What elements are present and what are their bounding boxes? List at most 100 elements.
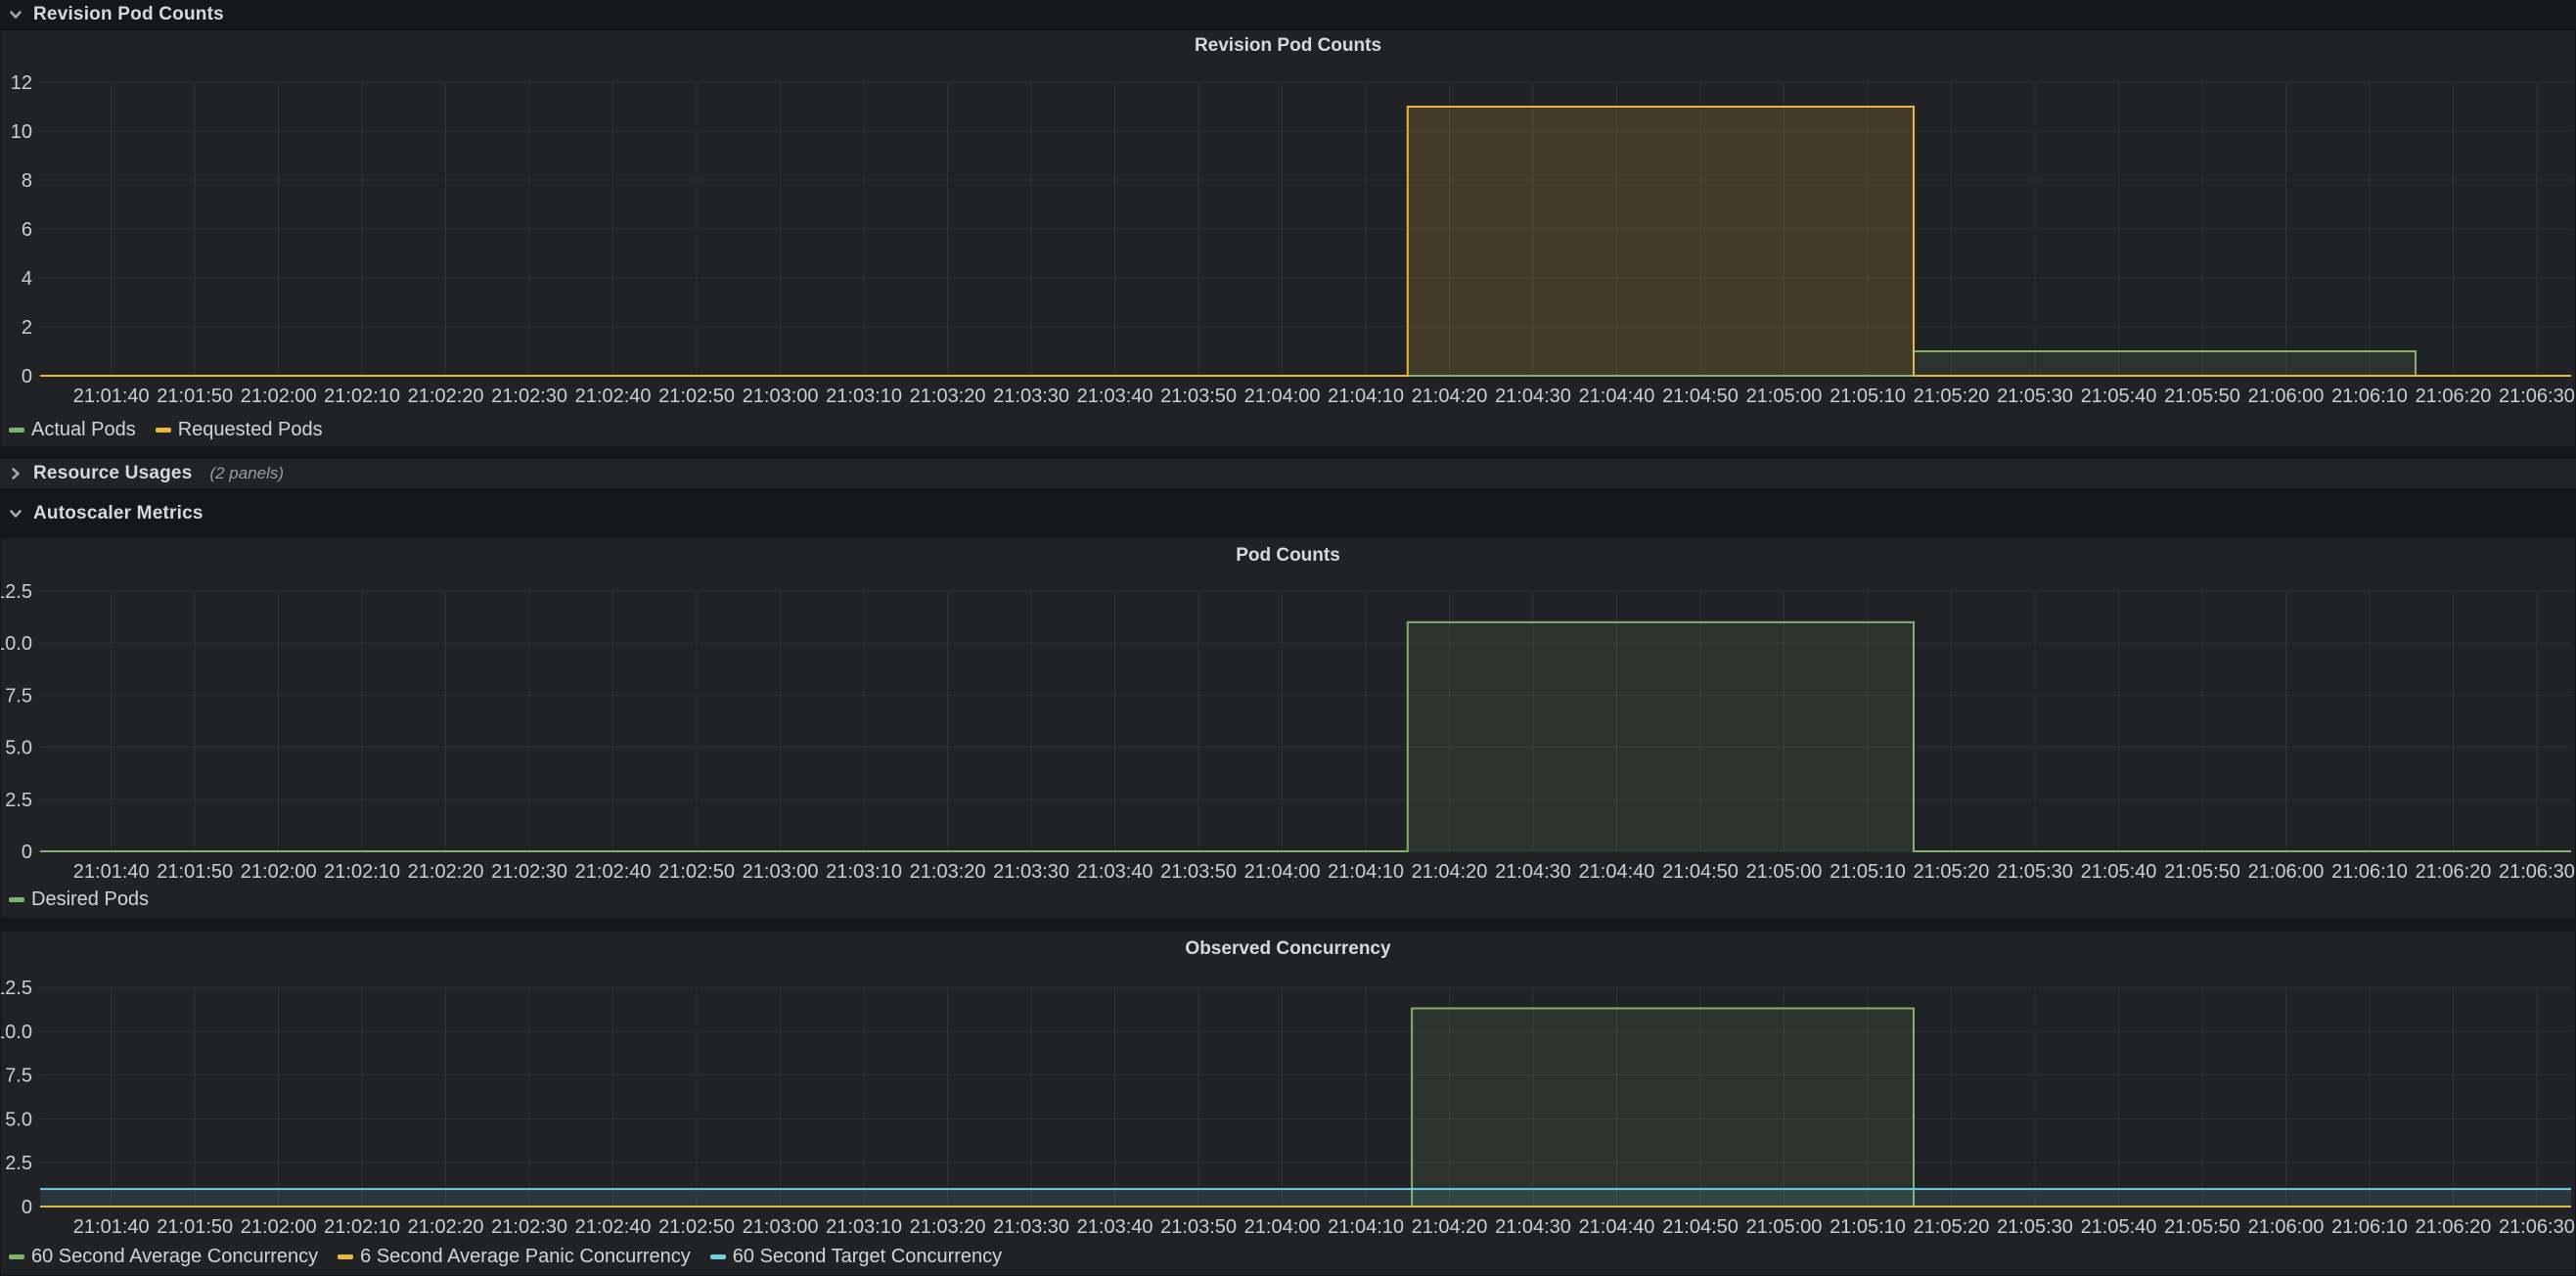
x-tick-label: 21:06:10	[2331, 386, 2408, 407]
legend-item-6-second-average-panic-concurrency[interactable]: 6 Second Average Panic Concurrency	[338, 1246, 691, 1268]
legend-swatch-icon	[156, 428, 171, 433]
panel-title[interactable]: Pod Counts	[1, 538, 2575, 573]
x-tick-label: 21:05:40	[2081, 386, 2157, 407]
x-tick-label: 21:04:00	[1244, 861, 1321, 883]
legend-item-desired-pods[interactable]: Desired Pods	[9, 889, 149, 911]
x-tick-label: 21:05:20	[1914, 386, 1990, 407]
x-tick-label: 21:04:40	[1579, 861, 1655, 883]
x-tick-label: 21:02:00	[241, 861, 317, 883]
legend-label: Desired Pods	[31, 889, 149, 911]
time-series-chart-revision-pod-counts[interactable]: 02468101221:01:4021:01:5021:02:0021:02:1…	[1, 62, 2576, 407]
x-tick-label: 21:04:50	[1662, 861, 1739, 883]
row-header-resource-usages[interactable]: Resource Usages (2 panels)	[0, 459, 2576, 488]
time-series-chart-observed-concurrency[interactable]: 02.55.07.510.012.521:01:4021:01:5021:02:…	[1, 967, 2576, 1238]
x-tick-label: 21:02:20	[408, 861, 484, 883]
legend-label: 60 Second Average Concurrency	[31, 1246, 318, 1268]
x-tick-label: 21:04:10	[1328, 1216, 1404, 1238]
x-tick-label: 21:02:30	[491, 861, 567, 883]
x-tick-label: 21:03:10	[826, 386, 902, 407]
chevron-right-icon	[8, 466, 23, 481]
y-tick-label: 10.0	[1, 1022, 32, 1043]
legend-swatch-icon	[9, 1254, 24, 1259]
row-title: Autoscaler Metrics	[33, 503, 203, 524]
panel-pod-counts: Pod Counts 02.55.07.510.012.521:01:4021:…	[0, 537, 2576, 919]
x-tick-label: 21:02:50	[658, 386, 735, 407]
x-tick-label: 21:03:20	[910, 1216, 986, 1238]
y-tick-label: 12.5	[1, 978, 32, 999]
chevron-down-icon	[8, 506, 23, 522]
series-actual-pods	[40, 351, 2571, 376]
x-tick-label: 21:04:40	[1579, 1216, 1655, 1238]
x-tick-label: 21:01:50	[157, 861, 233, 883]
row-title: Resource Usages	[33, 463, 192, 484]
panel-title[interactable]: Revision Pod Counts	[1, 30, 2575, 62]
x-tick-label: 21:06:20	[2416, 1216, 2492, 1238]
x-tick-label: 21:03:50	[1160, 861, 1237, 883]
x-tick-label: 21:01:50	[157, 386, 233, 407]
y-tick-label: 8	[22, 170, 32, 192]
row-header-autoscaler-metrics[interactable]: Autoscaler Metrics	[0, 498, 2576, 529]
grid-lines	[40, 591, 2571, 851]
x-tick-label: 21:02:00	[241, 1216, 317, 1238]
dashboard: Revision Pod Counts Revision Pod Counts …	[0, 0, 2576, 1265]
x-tick-label: 21:06:10	[2331, 861, 2408, 883]
panel-title[interactable]: Observed Concurrency	[1, 932, 2575, 967]
y-tick-label: 10.0	[1, 633, 32, 655]
x-tick-label: 21:03:40	[1077, 1216, 1153, 1238]
x-tick-label: 21:02:20	[408, 386, 484, 407]
x-tick-label: 21:06:00	[2248, 861, 2325, 883]
x-tick-label: 21:06:30	[2499, 1216, 2575, 1238]
legend-swatch-icon	[710, 1254, 726, 1259]
y-tick-label: 7.5	[5, 1066, 32, 1087]
grid-lines	[40, 987, 2571, 1207]
time-series-chart-pod-counts[interactable]: 02.55.07.510.012.521:01:4021:01:5021:02:…	[1, 573, 2576, 883]
legend-item-60-second-average-concurrency[interactable]: 60 Second Average Concurrency	[9, 1246, 318, 1268]
x-tick-label: 21:03:50	[1160, 386, 1237, 407]
x-tick-label: 21:05:50	[2164, 861, 2240, 883]
legend-swatch-icon	[9, 897, 24, 902]
x-tick-label: 21:05:40	[2081, 861, 2157, 883]
x-axis-labels: 21:01:4021:01:5021:02:0021:02:1021:02:20…	[73, 1216, 2575, 1238]
y-tick-label: 10	[11, 121, 32, 143]
y-tick-label: 4	[22, 268, 32, 290]
x-tick-label: 21:04:50	[1662, 1216, 1739, 1238]
legend-label: Actual Pods	[31, 419, 136, 441]
grid-lines	[40, 82, 2571, 376]
y-axis-labels: 024681012	[11, 72, 32, 387]
x-tick-label: 21:01:40	[73, 1216, 150, 1238]
x-tick-label: 21:03:30	[993, 386, 1069, 407]
y-tick-label: 6	[22, 219, 32, 241]
x-tick-label: 21:04:20	[1412, 861, 1488, 883]
series-requested-pods	[40, 107, 2571, 376]
x-tick-label: 21:05:40	[2081, 1216, 2157, 1238]
series-60-second-target-concurrency	[40, 1189, 2571, 1207]
x-tick-label: 21:02:00	[241, 386, 317, 407]
series-60-second-average-concurrency	[40, 1009, 2571, 1208]
legend-item-requested-pods[interactable]: Requested Pods	[156, 419, 323, 441]
row-panel-count: (2 panels)	[209, 464, 284, 483]
x-tick-label: 21:06:00	[2248, 386, 2325, 407]
x-tick-label: 21:06:20	[2416, 861, 2492, 883]
y-tick-label: 2	[22, 317, 32, 339]
legend-item-actual-pods[interactable]: Actual Pods	[9, 419, 136, 441]
x-tick-label: 21:01:50	[157, 1216, 233, 1238]
x-tick-label: 21:02:10	[324, 1216, 400, 1238]
x-tick-label: 21:05:10	[1830, 1216, 1906, 1238]
x-tick-label: 21:05:30	[1997, 1216, 2073, 1238]
row-title: Revision Pod Counts	[33, 4, 224, 25]
legend: Desired Pods	[1, 887, 2575, 912]
y-tick-label: 12	[11, 72, 32, 94]
x-tick-label: 21:03:20	[910, 861, 986, 883]
x-axis-labels: 21:01:4021:01:5021:02:0021:02:1021:02:20…	[73, 386, 2575, 407]
x-tick-label: 21:02:50	[658, 1216, 735, 1238]
x-tick-label: 21:02:50	[658, 861, 735, 883]
y-tick-label: 5.0	[5, 738, 32, 759]
legend-item-60-second-target-concurrency[interactable]: 60 Second Target Concurrency	[710, 1246, 1002, 1268]
x-tick-label: 21:03:30	[993, 1216, 1069, 1238]
x-tick-label: 21:06:00	[2248, 1216, 2325, 1238]
x-tick-label: 21:03:00	[743, 1216, 819, 1238]
x-tick-label: 21:02:40	[575, 1216, 652, 1238]
x-tick-label: 21:05:50	[2164, 386, 2240, 407]
x-tick-label: 21:02:40	[575, 386, 652, 407]
row-header-revision-pod-counts[interactable]: Revision Pod Counts	[0, 0, 2576, 29]
